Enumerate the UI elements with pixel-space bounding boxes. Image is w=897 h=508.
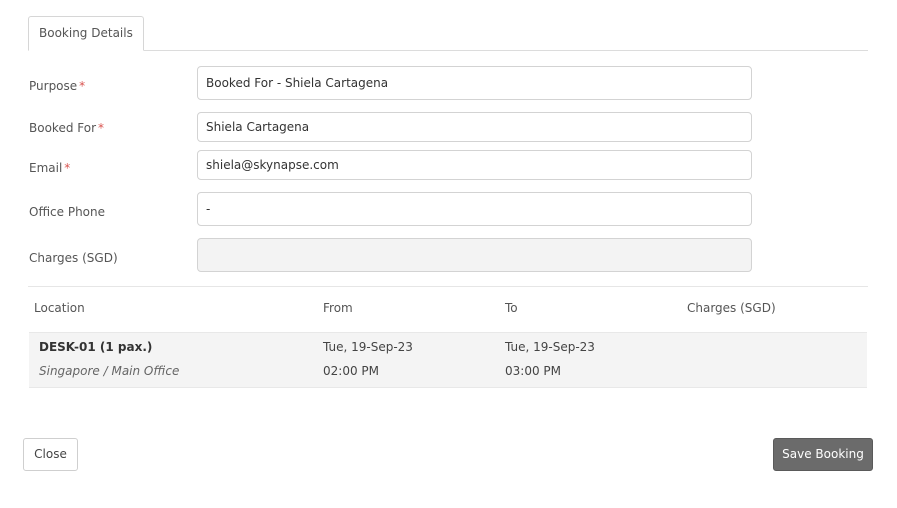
location-subtitle: Singapore / Main Office — [39, 364, 180, 378]
table-row: DESK-01 (1 pax.) Singapore / Main Office… — [29, 332, 867, 388]
booked-for-input[interactable] — [197, 112, 752, 142]
column-header-charges: Charges (SGD) — [687, 301, 776, 315]
office-phone-label: Office Phone — [29, 205, 105, 219]
charges-label-text: Charges (SGD) — [29, 251, 118, 265]
tab-booking-details[interactable]: Booking Details — [28, 16, 144, 51]
booked-for-label-text: Booked For — [29, 121, 97, 135]
purpose-label-text: Purpose — [29, 79, 78, 93]
purpose-label: Purpose * — [29, 79, 85, 93]
charges-label: Charges (SGD) — [29, 251, 118, 265]
office-phone-label-text: Office Phone — [29, 205, 106, 219]
location-name: DESK-01 (1 pax.) — [39, 340, 153, 354]
from-date: Tue, 19-Sep-23 — [323, 340, 413, 354]
column-header-to: To — [505, 301, 518, 315]
column-header-location: Location — [34, 301, 85, 315]
charges-input — [197, 238, 752, 272]
tab-bar: Booking Details — [28, 16, 868, 51]
from-time: 02:00 PM — [323, 364, 379, 378]
to-date: Tue, 19-Sep-23 — [505, 340, 595, 354]
save-booking-button[interactable]: Save Booking — [773, 438, 873, 471]
email-label-text: Email — [29, 161, 63, 175]
purpose-input[interactable] — [197, 66, 752, 100]
office-phone-input[interactable] — [197, 192, 752, 226]
table-divider — [28, 286, 868, 287]
close-button[interactable]: Close — [23, 438, 78, 471]
booked-for-label: Booked For * — [29, 121, 104, 135]
email-label: Email * — [29, 161, 70, 175]
required-marker: * — [64, 161, 71, 175]
email-input[interactable] — [197, 150, 752, 180]
to-time: 03:00 PM — [505, 364, 561, 378]
required-marker: * — [98, 121, 105, 135]
required-marker: * — [79, 79, 86, 93]
column-header-from: From — [323, 301, 353, 315]
